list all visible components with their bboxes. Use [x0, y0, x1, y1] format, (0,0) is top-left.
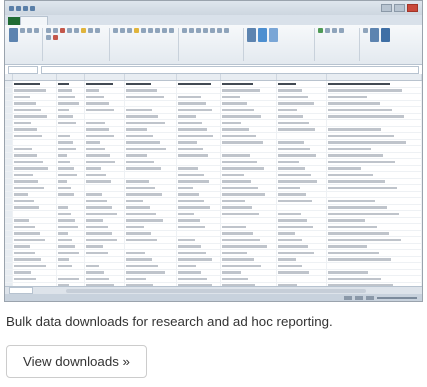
window-controls: [381, 4, 418, 12]
view-downloads-button[interactable]: View downloads »: [6, 345, 147, 378]
ribbon: [5, 25, 422, 65]
column-headers: [5, 74, 422, 81]
downloads-description: Bulk data downloads for research and ad …: [6, 314, 333, 329]
status-bar: [5, 294, 422, 301]
sheet-tabs-bar: [5, 286, 422, 294]
window-titlebar: [5, 1, 422, 15]
worksheet-grid: [5, 74, 422, 286]
spreadsheet-screenshot: [4, 0, 423, 302]
file-tab: [8, 17, 20, 25]
home-tab: [20, 16, 48, 25]
ribbon-tabs: [5, 15, 422, 25]
quick-access-toolbar: [9, 5, 35, 11]
